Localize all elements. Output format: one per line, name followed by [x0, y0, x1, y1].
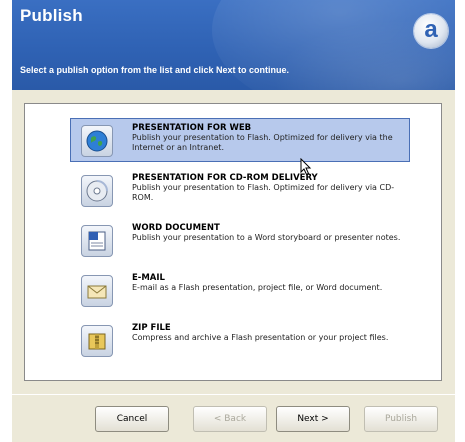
publish-button[interactable]: Publish [364, 406, 438, 432]
next-button[interactable]: Next > [276, 406, 350, 432]
dialog-subtitle: Select a publish option from the list an… [20, 65, 290, 75]
globe-icon [81, 125, 113, 157]
option-presentation-for-cd-rom[interactable]: PRESENTATION FOR CD-ROM DELIVERY Publish… [70, 168, 410, 212]
option-title: E-MAIL [132, 273, 165, 283]
cancel-button[interactable]: Cancel [95, 406, 169, 432]
publish-dialog: Publish Select a publish option from the… [12, 0, 455, 442]
footer-divider [12, 394, 455, 395]
option-title: PRESENTATION FOR WEB [132, 123, 252, 133]
option-zip-file[interactable]: ZIP FILE Compress and archive a Flash pr… [70, 318, 410, 362]
back-button[interactable]: < Back [193, 406, 267, 432]
dialog-title: Publish [20, 6, 83, 25]
envelope-icon [81, 275, 113, 307]
cd-icon [81, 175, 113, 207]
option-email[interactable]: E-MAIL E-mail as a Flash presentation, p… [70, 268, 410, 312]
option-title: ZIP FILE [132, 323, 171, 333]
option-description: Compress and archive a Flash presentatio… [132, 333, 389, 342]
publish-options-panel: PRESENTATION FOR WEB Publish your presen… [24, 103, 442, 381]
word-document-icon [81, 225, 113, 257]
mouse-cursor-icon [300, 158, 312, 176]
option-description: E-mail as a Flash presentation, project … [132, 283, 383, 292]
zip-file-icon [81, 325, 113, 357]
captivate-logo-icon: a [414, 14, 448, 48]
option-description: Publish your presentation to Flash. Opti… [132, 133, 393, 152]
option-description: Publish your presentation to a Word stor… [132, 233, 401, 242]
dialog-header: Publish Select a publish option from the… [12, 0, 455, 90]
option-title: WORD DOCUMENT [132, 223, 220, 233]
option-presentation-for-web[interactable]: PRESENTATION FOR WEB Publish your presen… [70, 118, 410, 162]
option-word-document[interactable]: WORD DOCUMENT Publish your presentation … [70, 218, 410, 262]
logo-letter: a [424, 16, 438, 43]
option-title: PRESENTATION FOR CD-ROM DELIVERY [132, 173, 318, 183]
option-description: Publish your presentation to Flash. Opti… [132, 183, 395, 202]
